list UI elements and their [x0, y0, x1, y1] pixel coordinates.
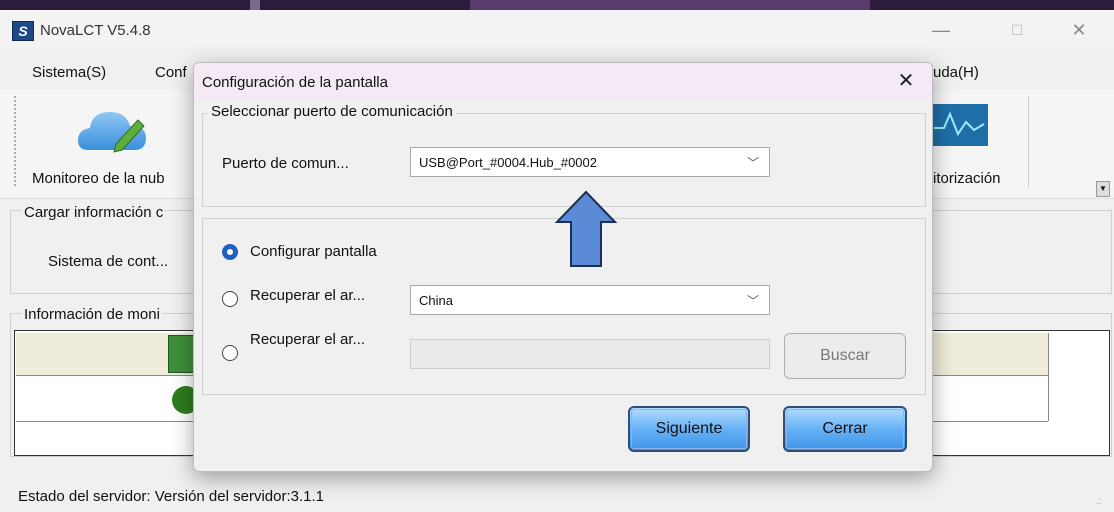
- browse-button[interactable]: Buscar: [784, 333, 906, 379]
- region-select[interactable]: China ﹀: [410, 285, 770, 315]
- server-status: Estado del servidor: Versión del servido…: [18, 488, 324, 505]
- radio-configure-screen[interactable]: [222, 244, 238, 260]
- load-info-legend: Cargar información c: [22, 204, 166, 221]
- monitor-table-divider: [1048, 333, 1049, 421]
- dialog-title: Configuración de la pantalla: [202, 74, 388, 91]
- menu-ayuda[interactable]: uda(H): [933, 64, 979, 81]
- close-window-button[interactable]: ✕: [1056, 12, 1102, 48]
- toolbar-grip[interactable]: [14, 96, 19, 186]
- port-label: Puerto de comun...: [222, 155, 349, 172]
- radio-recover-2[interactable]: [222, 345, 238, 361]
- maximize-button[interactable]: ☐: [994, 12, 1040, 48]
- chevron-down-icon: ﹀: [746, 294, 759, 308]
- app-logo-icon: S: [12, 21, 34, 41]
- minimize-button[interactable]: —: [918, 12, 964, 48]
- resize-grip-icon[interactable]: .:: [1096, 496, 1102, 507]
- region-select-value: China: [419, 293, 453, 308]
- monitor-info-legend: Información de moni: [22, 306, 162, 323]
- cloud-edit-icon[interactable]: [78, 106, 150, 154]
- chevron-down-icon: ﹀: [746, 156, 759, 170]
- menu-sistema[interactable]: Sistema(S): [32, 64, 106, 81]
- monitor-wave-icon[interactable]: [930, 104, 988, 146]
- radio-recover-1[interactable]: [222, 291, 238, 307]
- cloud-monitor-label[interactable]: Monitoreo de la nub: [32, 170, 165, 187]
- control-system-label: Sistema de cont...: [48, 253, 169, 270]
- app-title: NovaLCT V5.4.8: [40, 22, 151, 39]
- port-select-value: USB@Port_#0004.Hub_#0002: [419, 155, 597, 170]
- desktop-strip: [0, 0, 1114, 10]
- toolbar-overflow-button[interactable]: ▼: [1096, 181, 1110, 197]
- port-section-legend: Seleccionar puerto de comunicación: [208, 103, 456, 120]
- toolbar-separator: [1028, 96, 1029, 188]
- option-recover-1-label[interactable]: Recuperar el ar...: [250, 287, 365, 304]
- monitoring-label[interactable]: itorización: [933, 170, 1001, 187]
- dialog-close-button[interactable]: ✕: [890, 67, 922, 95]
- up-arrow-icon: [555, 190, 617, 267]
- file-path-input[interactable]: [410, 339, 770, 369]
- close-button[interactable]: Cerrar: [783, 406, 907, 452]
- port-select[interactable]: USB@Port_#0004.Hub_#0002 ﹀: [410, 147, 770, 177]
- next-button[interactable]: Siguiente: [628, 406, 750, 452]
- option-recover-2-label[interactable]: Recuperar el ar...: [250, 331, 365, 348]
- option-configure-screen-label[interactable]: Configurar pantalla: [250, 243, 377, 260]
- menu-configuracion[interactable]: Conf: [155, 64, 187, 81]
